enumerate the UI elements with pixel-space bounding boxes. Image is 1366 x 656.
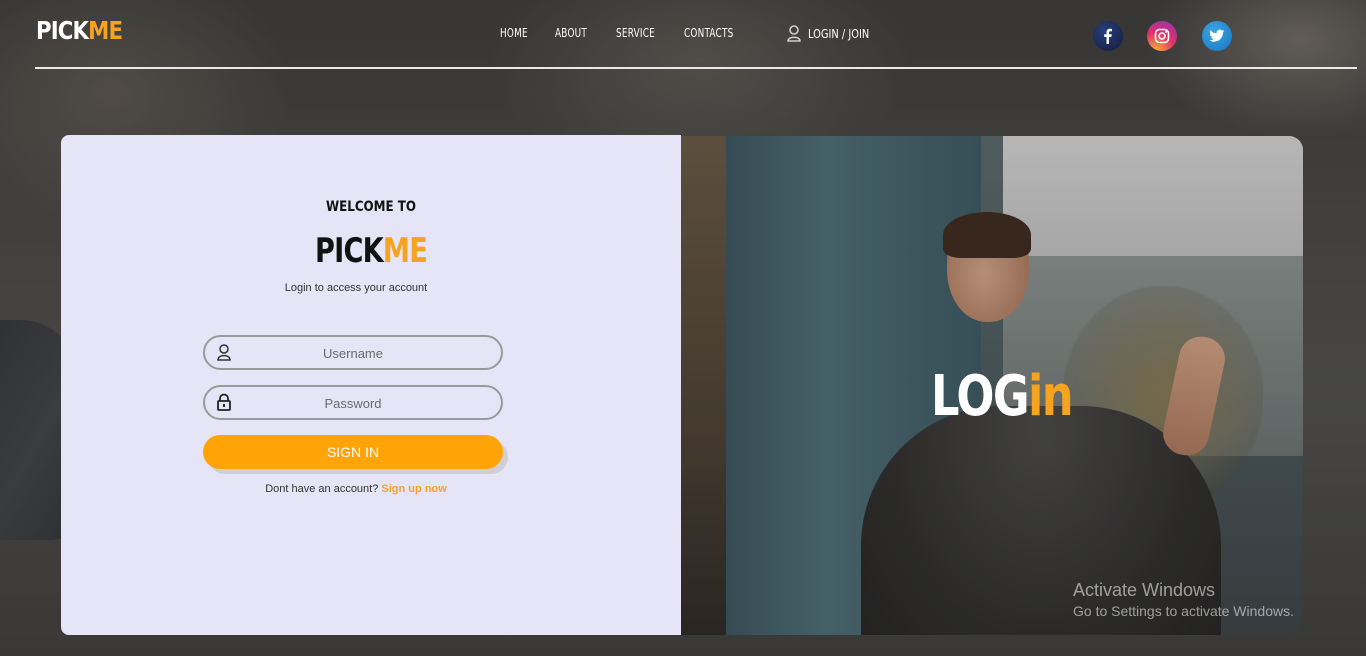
nav-about[interactable]: ABOUT [555, 26, 587, 40]
username-input[interactable] [241, 337, 465, 370]
logo-part-pick: PICK [36, 16, 89, 45]
password-field [203, 385, 503, 420]
instagram-icon[interactable] [1147, 21, 1177, 51]
login-join-link[interactable]: LOGIN / JOIN [787, 25, 883, 42]
hero-title-log: LOG [931, 364, 1030, 429]
hero-title: LOGin [931, 364, 1074, 429]
welcome-text: WELCOME TO [325, 199, 417, 215]
hero-image: LOGin [681, 136, 1303, 635]
activate-windows-watermark: Activate Windows Go to Settings to activ… [1073, 580, 1294, 619]
nav-contacts[interactable]: CONTACTS [684, 26, 733, 40]
nav-service[interactable]: SERVICE [616, 26, 655, 40]
login-panel: WELCOME TO PICKME Login to access your a… [61, 135, 681, 635]
hero-title-in: in [1028, 364, 1074, 429]
username-field [203, 335, 503, 370]
logo-part-me: ME [88, 16, 123, 45]
lock-icon [217, 393, 231, 411]
sign-in-button[interactable]: SIGN IN [203, 435, 503, 469]
facebook-icon[interactable] [1093, 21, 1123, 51]
watermark-line1: Activate Windows [1073, 580, 1216, 600]
user-icon [217, 344, 231, 361]
site-logo[interactable]: PICKME [36, 16, 123, 45]
signup-prompt: Dont have an account? Sign up now [61, 483, 651, 495]
watermark-line2: Go to Settings to activate Windows. [1073, 603, 1294, 619]
user-icon [787, 25, 801, 42]
login-subtitle: Login to access your account [284, 282, 428, 294]
password-input[interactable] [241, 387, 465, 420]
brand-part-me: ME [382, 231, 428, 271]
brand-title: PICKME [123, 231, 619, 271]
login-join-label: LOGIN / JOIN [808, 26, 870, 41]
header-divider [35, 67, 1357, 69]
sign-up-link[interactable]: Sign up now [381, 483, 446, 495]
twitter-icon[interactable] [1202, 21, 1232, 51]
brand-part-pick: PICK [315, 231, 384, 271]
no-account-text: Dont have an account? [265, 483, 379, 495]
nav-home[interactable]: HOME [500, 26, 528, 40]
